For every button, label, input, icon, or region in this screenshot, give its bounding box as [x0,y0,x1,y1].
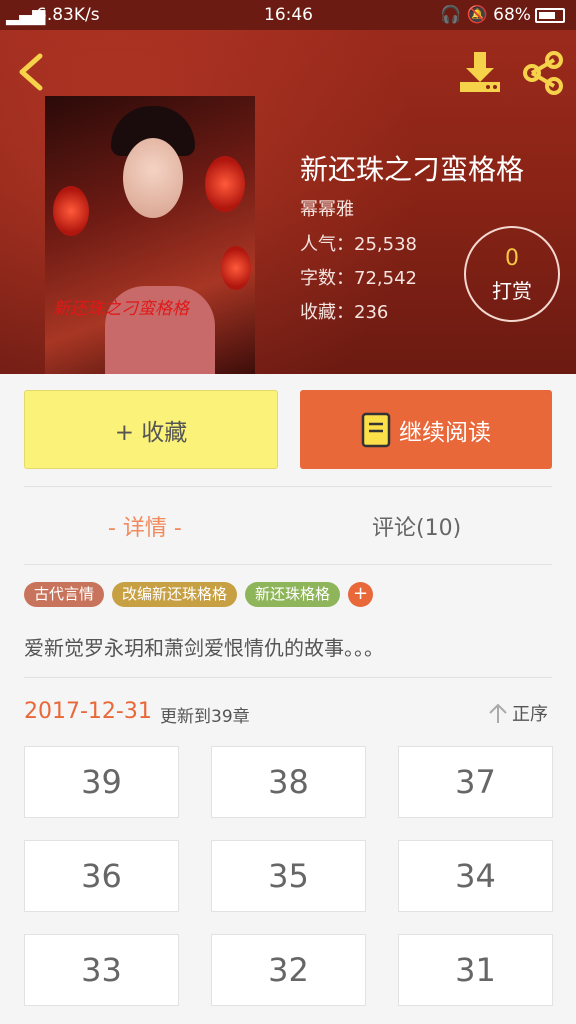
cover-lantern [205,156,245,212]
chapter-button[interactable]: 31 [398,934,553,1006]
book-icon [361,412,391,447]
chapter-button[interactable]: 35 [211,840,366,912]
popularity-stat: 人气：25,538 [300,234,417,255]
word-count-stat: 字数：72,542 [300,268,417,289]
chapter-button[interactable]: 37 [398,746,553,818]
clock: 16:46 [264,5,313,25]
book-author[interactable]: 幂幂雅 [300,195,354,221]
download-icon[interactable] [456,48,504,96]
chapter-button[interactable]: 33 [24,934,179,1006]
status-bar: ▂▄▆ 6.83K/s 16:46 🎧 🔕 68% [0,0,576,30]
sort-label: 正序 [512,704,548,725]
tab-details[interactable]: - 详情 - [108,510,182,542]
back-arrow-icon[interactable] [14,52,48,92]
favorites-stat: 收藏：236 [300,302,389,323]
chapter-button[interactable]: 34 [398,840,553,912]
battery-level: 🎧 🔕 68% [440,5,531,25]
chapter-button[interactable]: 39 [24,746,179,818]
cover-title-text: 新还珠之刁蛮格格 [53,299,189,319]
cover-figure-face [123,138,183,218]
sort-arrow-up-icon [489,703,507,723]
book-header: 新还珠之刁蛮格格 新还珠之刁蛮格格 幂幂雅 人气：25,538 字数：72,54… [0,30,576,374]
chapter-grid: 39 38 37 36 35 34 33 32 31 [24,746,553,1006]
tip-button[interactable]: 0 打赏 [464,226,560,322]
chapter-button[interactable]: 38 [211,746,366,818]
divider [24,677,552,678]
network-speed: 6.83K/s [36,5,100,25]
continue-reading-button[interactable]: 继续阅读 [300,390,552,469]
book-title: 新还珠之刁蛮格格 [300,153,525,186]
divider [24,486,552,487]
share-icon[interactable] [520,50,566,96]
tag-chip[interactable]: 改编新还珠格格 [112,582,238,607]
divider [24,564,552,565]
continue-reading-label: 继续阅读 [399,419,491,446]
add-favorite-button[interactable]: + 收藏 [24,390,278,469]
sort-order-button[interactable]: 正序 [488,700,548,726]
update-status: 更新到39章 [160,707,250,727]
tip-count: 0 [505,246,519,271]
book-cover[interactable]: 新还珠之刁蛮格格 [45,96,255,374]
tag-list: 古代言情 改编新还珠格格 新还珠格格 + [24,582,374,607]
tag-chip[interactable]: 古代言情 [24,582,105,607]
add-tag-button[interactable]: + [348,582,374,607]
battery-icon [535,8,565,23]
tab-comments[interactable]: 评论(10) [372,510,461,542]
chapter-button[interactable]: 32 [211,934,366,1006]
chapter-button[interactable]: 36 [24,840,179,912]
cover-lantern [53,186,89,236]
update-date: 2017-12-31 [24,699,152,724]
book-description: 爱新觉罗永玥和萧剑爱恨情仇的故事。。。 [24,636,384,660]
tag-chip[interactable]: 新还珠格格 [245,582,341,607]
tip-label: 打赏 [492,279,532,303]
cover-lantern [221,246,251,290]
